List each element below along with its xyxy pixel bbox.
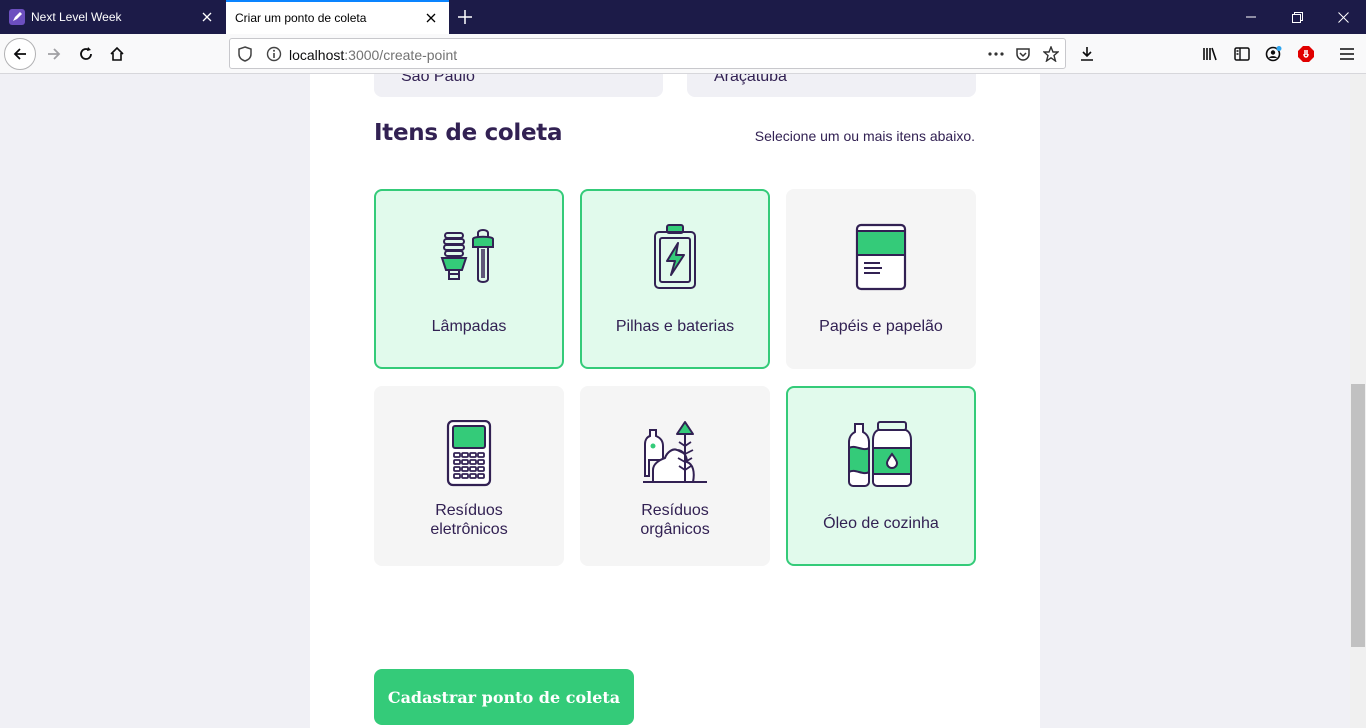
item-label-line1: Resíduos <box>435 502 503 519</box>
item-label: Lâmpadas <box>431 318 507 335</box>
shield-icon[interactable] <box>238 46 252 67</box>
item-pilhas-baterias[interactable]: Pilhas e baterias <box>580 189 770 369</box>
item-label: Papéis e papelão <box>819 318 943 335</box>
reload-icon[interactable] <box>70 38 102 70</box>
close-icon[interactable] <box>419 6 443 30</box>
tab-title: Next Level Week <box>31 10 122 24</box>
paper-icon <box>847 223 915 291</box>
sidebar-icon[interactable] <box>1226 38 1258 70</box>
tab-title: Criar um ponto de coleta <box>235 11 367 25</box>
page-viewport: São Paulo Araçatuba Itens de coleta Sele… <box>0 74 1350 728</box>
tab-criar-ponto[interactable]: Criar um ponto de coleta <box>226 0 449 34</box>
item-oleo-cozinha[interactable]: Óleo de cozinha <box>786 386 976 566</box>
forward-icon[interactable] <box>38 38 70 70</box>
url-path: :3000/create-point <box>344 47 458 63</box>
oil-icon <box>847 420 915 488</box>
restore-icon[interactable] <box>1274 0 1320 34</box>
navigation-toolbar: localhost:3000/create-point <box>0 34 1366 74</box>
create-point-form: São Paulo Araçatuba Itens de coleta Sele… <box>310 74 1040 728</box>
items-hint: Selecione um ou mais itens abaixo. <box>754 128 975 144</box>
more-icon[interactable] <box>984 43 1008 65</box>
star-icon[interactable] <box>1039 43 1063 65</box>
pocket-icon[interactable] <box>1011 43 1035 65</box>
item-papeis-papelao[interactable]: Papéis e papelão <box>786 189 976 369</box>
account-icon[interactable] <box>1258 38 1290 70</box>
item-label-line2: orgânicos <box>640 521 710 538</box>
menu-icon[interactable] <box>1331 38 1363 70</box>
city-select[interactable]: Araçatuba <box>687 74 976 97</box>
url-host: localhost <box>289 47 345 63</box>
uf-select[interactable]: São Paulo <box>374 74 663 97</box>
adblock-icon[interactable] <box>1290 38 1322 70</box>
electronics-icon <box>435 419 503 488</box>
url-bar[interactable]: localhost:3000/create-point <box>229 38 1066 69</box>
battery-icon <box>641 223 709 291</box>
back-icon[interactable] <box>4 38 36 70</box>
library-icon[interactable] <box>1194 38 1226 70</box>
item-label: Pilhas e baterias <box>615 318 735 335</box>
submit-button[interactable]: Cadastrar ponto de coleta <box>374 669 634 725</box>
home-icon[interactable] <box>101 38 133 70</box>
tab-bar: Next Level Week Criar um ponto de coleta <box>0 0 1366 34</box>
url-text: localhost:3000/create-point <box>289 47 457 63</box>
item-label: Óleo de cozinha <box>823 515 939 532</box>
item-residuos-organicos[interactable]: Resíduos orgânicos <box>580 386 770 566</box>
item-label-line2: eletrônicos <box>430 521 508 538</box>
organic-icon <box>641 420 709 488</box>
minimize-icon[interactable] <box>1228 0 1274 34</box>
item-lampadas[interactable]: Lâmpadas <box>374 189 564 369</box>
item-label: Resíduos orgânicos <box>582 501 768 539</box>
item-residuos-eletronicos[interactable]: Resíduos eletrônicos <box>374 386 564 566</box>
close-icon[interactable] <box>195 5 219 29</box>
rocket-icon <box>9 9 25 25</box>
info-icon[interactable] <box>266 46 282 67</box>
item-label: Resíduos eletrônicos <box>376 501 562 539</box>
window-close-icon[interactable] <box>1320 0 1366 34</box>
download-icon[interactable] <box>1071 38 1103 70</box>
items-legend: Itens de coleta <box>374 120 563 146</box>
item-label-line1: Resíduos <box>641 502 709 519</box>
lamp-icon <box>435 223 503 291</box>
new-tab-icon[interactable] <box>452 5 478 29</box>
scrollbar-thumb[interactable] <box>1351 384 1365 647</box>
tab-next-level-week[interactable]: Next Level Week <box>0 0 225 34</box>
